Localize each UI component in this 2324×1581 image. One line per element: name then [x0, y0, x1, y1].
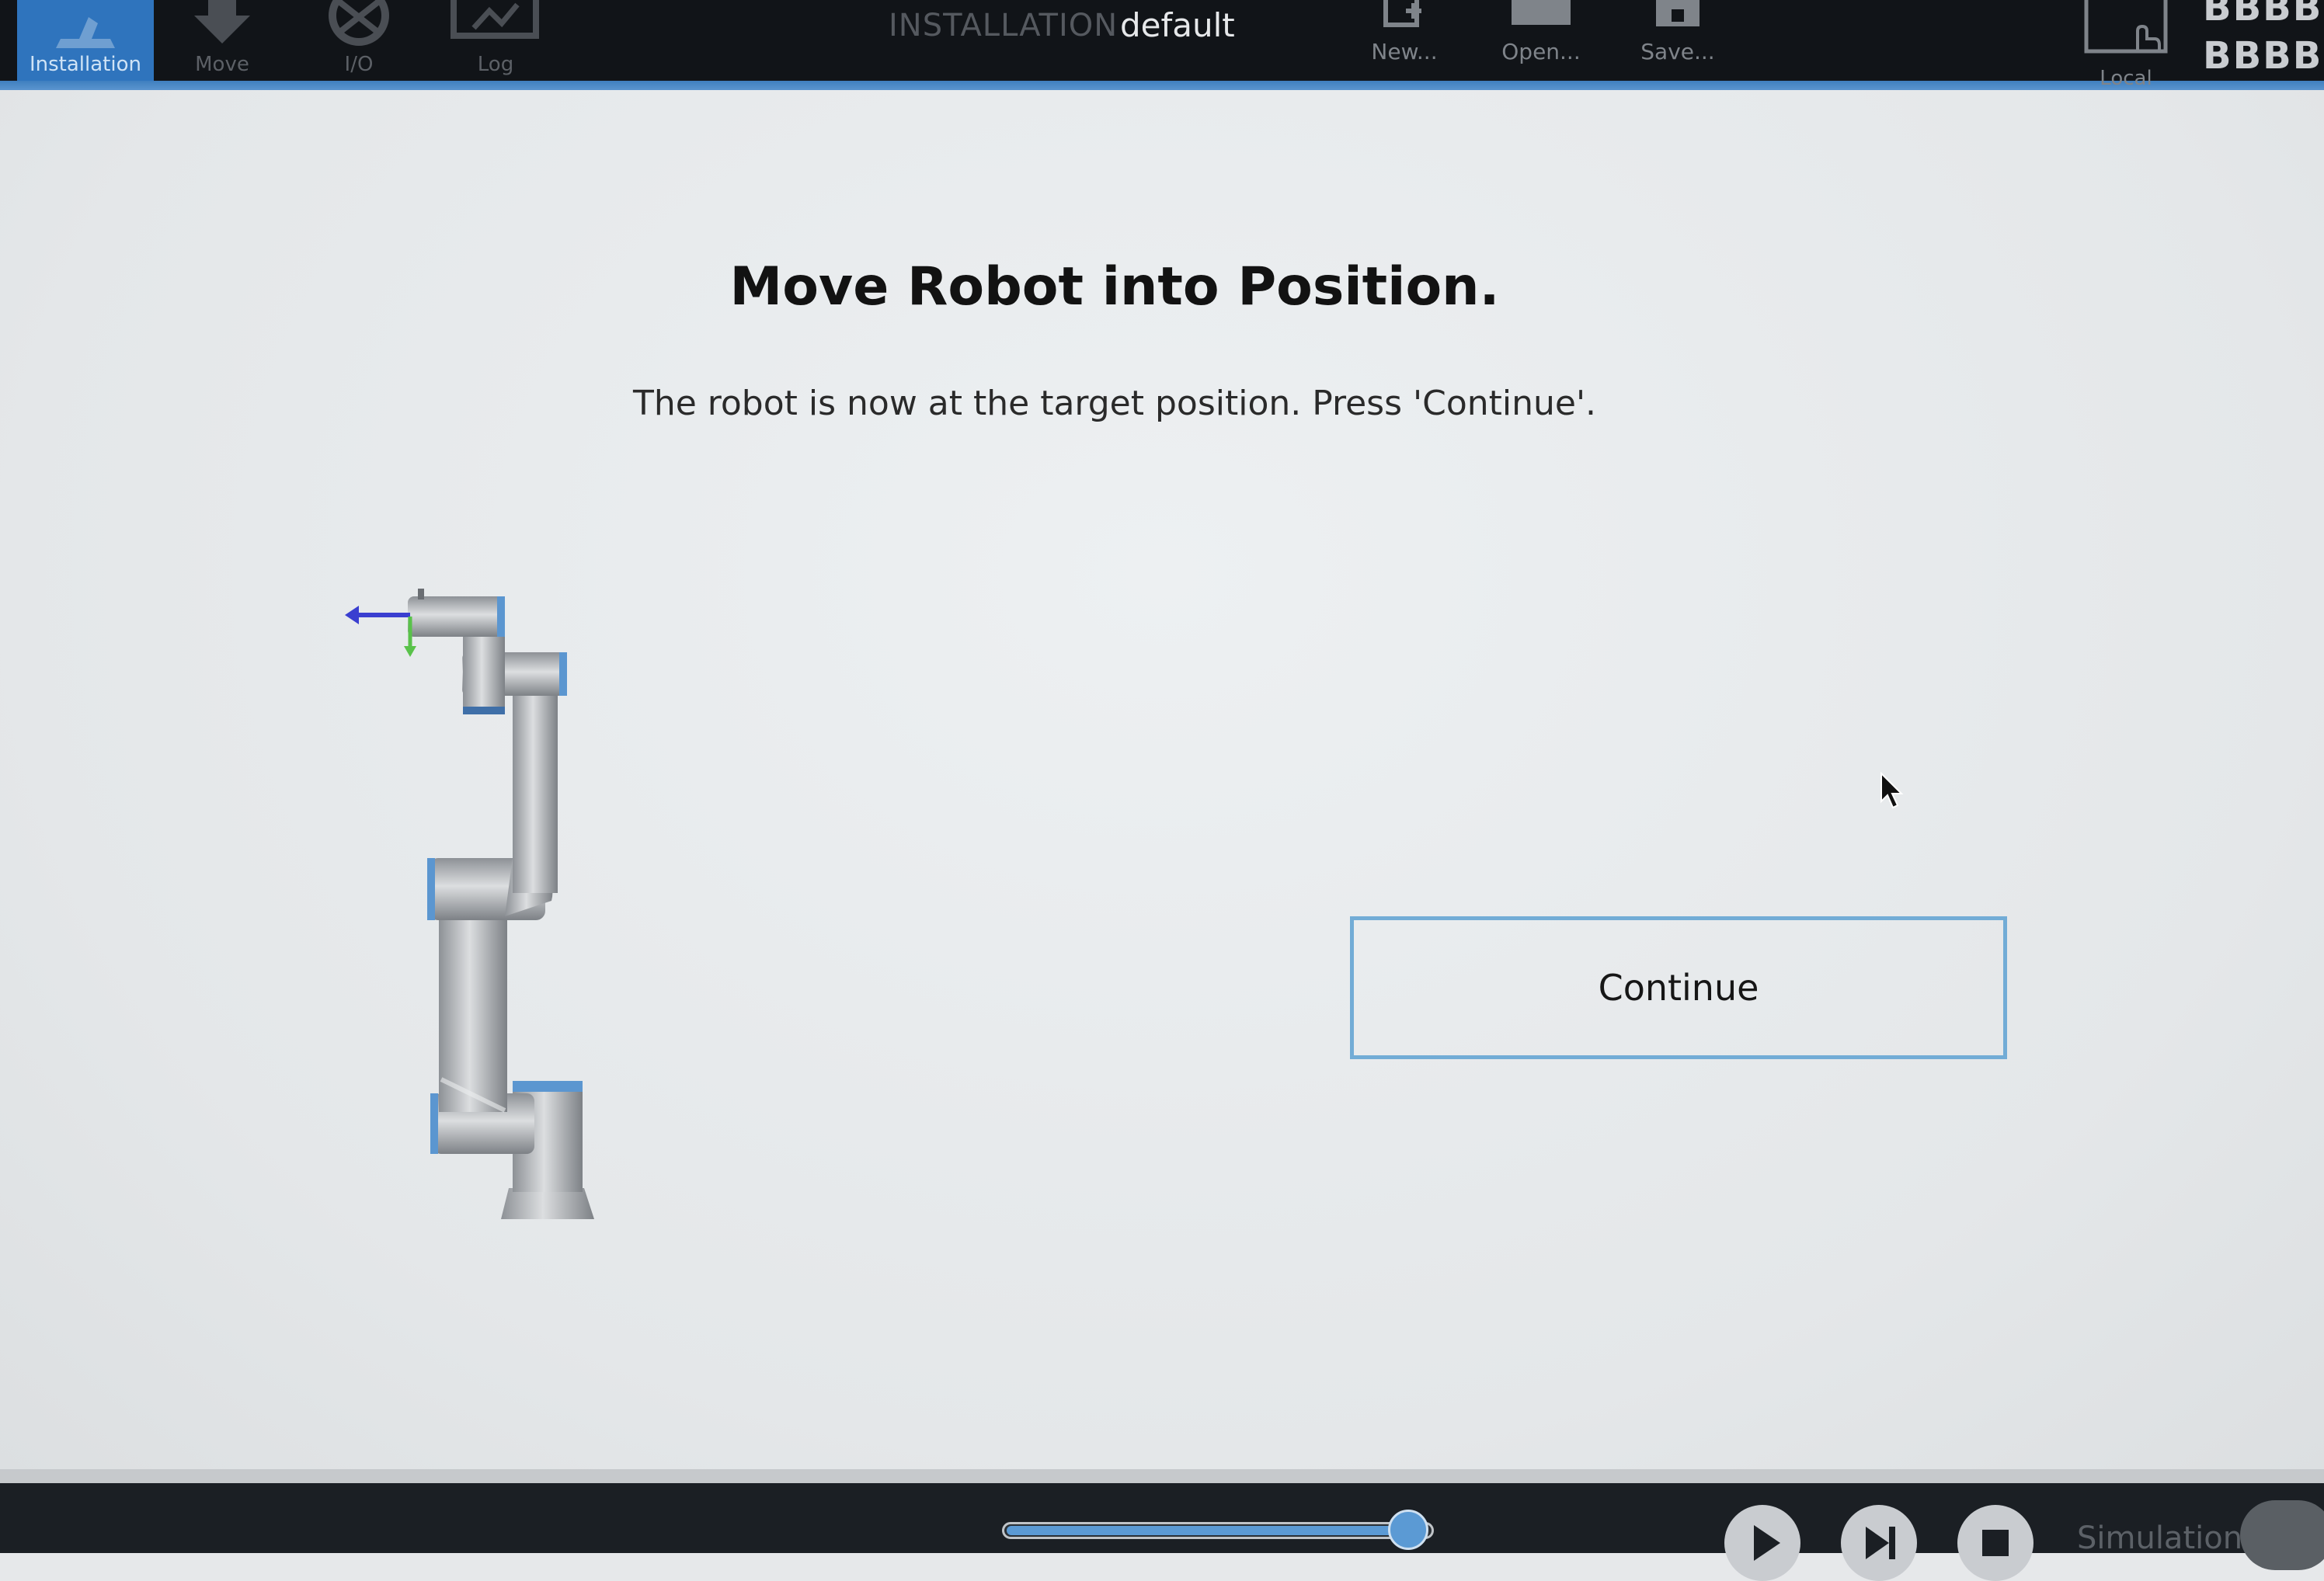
installation-icon [56, 17, 115, 48]
open-button[interactable]: Open... [1487, 0, 1595, 78]
mouse-cursor-icon [1880, 772, 1904, 809]
local-label: Local [2100, 67, 2152, 90]
tab-move-label: Move [195, 53, 249, 76]
tab-log[interactable]: Log [427, 0, 564, 81]
top-bar-accent [0, 81, 2324, 90]
open-folder-icon [1512, 0, 1571, 25]
open-button-label: Open... [1501, 39, 1581, 64]
continue-button[interactable]: Continue [1350, 916, 2007, 1059]
play-button[interactable] [1724, 1505, 1800, 1581]
new-button-label: New... [1371, 39, 1438, 64]
speed-slider-fill [1007, 1526, 1408, 1535]
status-text-bottom: BBBB [2203, 34, 2323, 78]
local-control-icon [2084, 0, 2168, 54]
save-button-label: Save... [1640, 39, 1715, 64]
new-file-icon [1383, 0, 1421, 27]
log-icon [451, 0, 539, 39]
bottom-bar-separator [0, 1469, 2324, 1483]
step-button[interactable] [1841, 1505, 1917, 1581]
save-button[interactable]: Save... [1623, 0, 1732, 78]
tab-io[interactable]: I/O [290, 0, 427, 81]
move-icon [194, 0, 250, 43]
tab-log-label: Log [477, 53, 514, 76]
tab-installation-label: Installation [29, 53, 141, 76]
play-icon [1754, 1525, 1780, 1561]
simulation-toggle[interactable] [2240, 1500, 2324, 1570]
stop-button[interactable] [1957, 1505, 2034, 1581]
robot-arm-preview [345, 589, 594, 1219]
save-icon [1656, 0, 1700, 26]
installation-name: default [1120, 6, 1235, 44]
dialog-title: Move Robot into Position. [729, 256, 1500, 318]
dialog-message: The robot is now at the target position.… [632, 384, 1597, 423]
section-label: INSTALLATION [889, 8, 1119, 43]
new-button[interactable]: New... [1350, 0, 1459, 78]
local-button[interactable]: Local [2075, 0, 2176, 93]
tab-io-label: I/O [344, 53, 374, 76]
io-icon [329, 0, 389, 46]
tab-move[interactable]: Move [154, 0, 290, 81]
speed-slider-handle[interactable] [1388, 1510, 1428, 1550]
tab-installation[interactable]: Installation [17, 0, 154, 81]
stop-icon [1982, 1530, 2009, 1556]
status-text-top: BBBB [2203, 0, 2323, 30]
step-icon [1866, 1527, 1895, 1559]
simulation-label: Simulation [2077, 1520, 2243, 1556]
